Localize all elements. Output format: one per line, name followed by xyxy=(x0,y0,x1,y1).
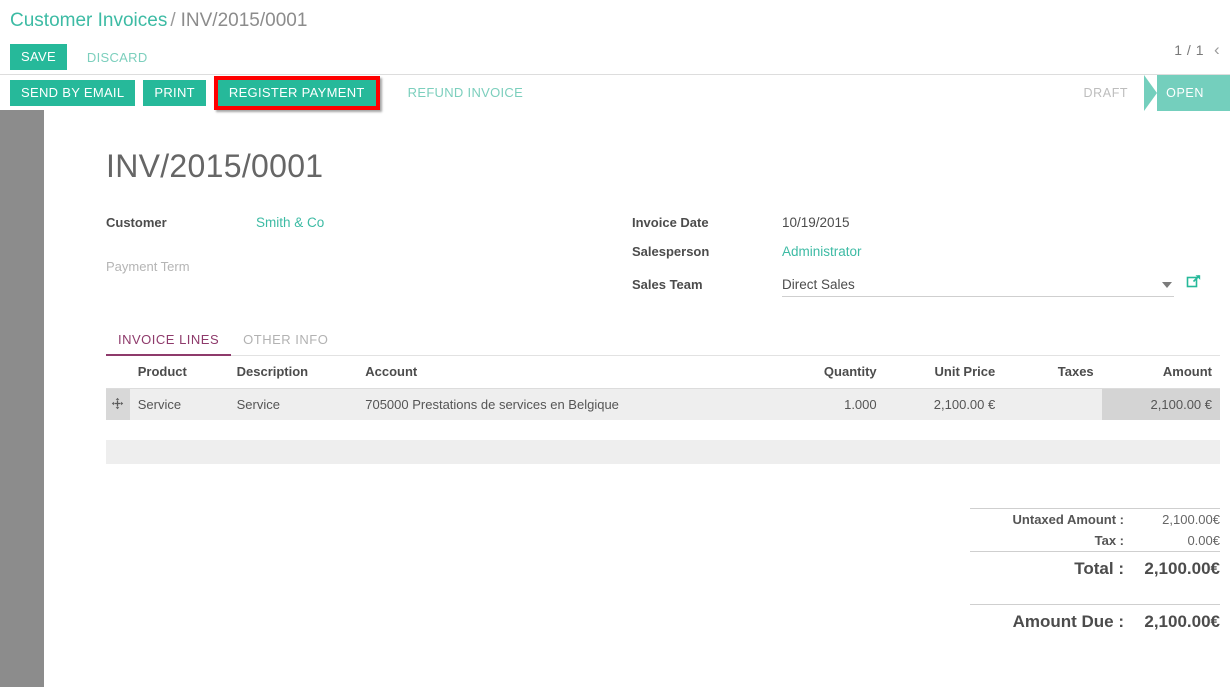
control-panel-buttons: SEND BY EMAIL PRINT REGISTER PAYMENT REF… xyxy=(10,76,529,110)
invoice-lines-table: Product Description Account Quantity Uni… xyxy=(106,356,1220,420)
field-customer: Customer Smith & Co xyxy=(106,215,632,235)
top-bar: Customer Invoices/ INV/2015/0001 SAVE DIS… xyxy=(0,0,1230,74)
total-row: Total : 2,100.00€ xyxy=(970,552,1220,588)
total-untaxed-label: Untaxed Amount : xyxy=(1013,512,1124,527)
refund-invoice-button[interactable]: REFUND INVOICE xyxy=(402,84,529,101)
total-tax-row: Tax : 0.00€ xyxy=(970,530,1220,551)
form-fields: Customer Smith & Co Payment Term Invoice… xyxy=(62,215,1202,306)
field-payment-term-label: Payment Term xyxy=(106,259,256,274)
chevron-left-icon[interactable]: ‹ xyxy=(1214,40,1226,60)
pager: 1 / 1 ‹ xyxy=(1174,40,1226,60)
column-description: Description xyxy=(229,356,358,389)
register-payment-highlight: REGISTER PAYMENT xyxy=(214,76,380,110)
column-handle xyxy=(106,356,130,389)
amount-due-value: 2,100.00€ xyxy=(1124,612,1220,632)
table-row[interactable]: Service Service 705000 Prestations de se… xyxy=(106,389,1220,421)
field-salesperson-value[interactable]: Administrator xyxy=(782,244,862,259)
add-line-row[interactable] xyxy=(106,440,1220,464)
status-badge-draft[interactable]: DRAFT xyxy=(1062,75,1145,111)
total-untaxed-row: Untaxed Amount : 2,100.00€ xyxy=(970,509,1220,530)
invoice-sheet: INV/2015/0001 Customer Smith & Co Paymen… xyxy=(44,110,1230,687)
cell-description[interactable]: Service xyxy=(229,389,358,421)
notebook-tabs: INVOICE LINES OTHER INFO xyxy=(106,324,1220,356)
total-label: Total : xyxy=(1074,559,1124,579)
save-button[interactable]: SAVE xyxy=(10,44,67,70)
field-payment-term: Payment Term xyxy=(106,259,632,279)
total-tax-value: 0.00€ xyxy=(1124,533,1220,548)
cell-unit-price[interactable]: 2,100.00 € xyxy=(885,389,1004,421)
field-invoice-date-label: Invoice Date xyxy=(632,215,782,230)
field-customer-value[interactable]: Smith & Co xyxy=(256,215,324,230)
cell-quantity[interactable]: 1.000 xyxy=(776,389,885,421)
column-account: Account xyxy=(357,356,776,389)
sales-team-select[interactable]: Direct Sales xyxy=(782,277,1174,297)
tab-other-info[interactable]: OTHER INFO xyxy=(231,324,340,355)
print-button[interactable]: PRINT xyxy=(143,80,206,106)
cell-product[interactable]: Service xyxy=(130,389,229,421)
column-quantity: Quantity xyxy=(776,356,885,389)
column-amount: Amount xyxy=(1102,356,1220,389)
breadcrumb-separator: / xyxy=(170,10,175,31)
page-title: INV/2015/0001 xyxy=(106,148,1202,185)
tab-invoice-lines[interactable]: INVOICE LINES xyxy=(106,324,231,356)
field-sales-team-label: Sales Team xyxy=(632,277,782,292)
column-unit-price: Unit Price xyxy=(885,356,1004,389)
breadcrumb-parent-link[interactable]: Customer Invoices xyxy=(10,10,167,31)
sales-team-selected-value: Direct Sales xyxy=(782,277,1162,292)
status-bar: DRAFT OPEN xyxy=(1062,75,1230,111)
amount-due-row: Amount Due : 2,100.00€ xyxy=(970,605,1220,641)
discard-button[interactable]: DISCARD xyxy=(81,49,154,66)
field-customer-label: Customer xyxy=(106,215,256,230)
chevron-down-icon[interactable] xyxy=(1162,282,1172,288)
field-salesperson: Salesperson Administrator xyxy=(632,244,1202,264)
column-taxes: Taxes xyxy=(1003,356,1101,389)
sheet-container: INV/2015/0001 Customer Smith & Co Paymen… xyxy=(0,110,1230,687)
column-product: Product xyxy=(130,356,229,389)
control-panel-bar: SEND BY EMAIL PRINT REGISTER PAYMENT REF… xyxy=(0,74,1230,110)
breadcrumb: Customer Invoices/ INV/2015/0001 xyxy=(10,6,1230,34)
status-badge-open[interactable]: OPEN xyxy=(1144,75,1230,111)
field-invoice-date: Invoice Date 10/19/2015 xyxy=(632,215,1202,235)
cell-account[interactable]: 705000 Prestations de services en Belgiq… xyxy=(357,389,776,421)
field-sales-team: Sales Team Direct Sales xyxy=(632,273,1202,297)
cell-amount[interactable]: 2,100.00 € xyxy=(1102,389,1220,421)
external-link-icon[interactable] xyxy=(1186,273,1202,289)
total-untaxed-value: 2,100.00€ xyxy=(1124,512,1220,527)
table-header-row: Product Description Account Quantity Uni… xyxy=(106,356,1220,389)
edit-actions-row: SAVE DISCARD xyxy=(10,44,1230,70)
amount-due-label: Amount Due : xyxy=(1013,612,1124,632)
field-salesperson-label: Salesperson xyxy=(632,244,782,259)
move-handle-icon[interactable] xyxy=(106,389,130,421)
field-invoice-date-value[interactable]: 10/19/2015 xyxy=(782,215,850,230)
totals-gap xyxy=(970,588,1220,604)
total-value: 2,100.00€ xyxy=(1124,559,1220,579)
breadcrumb-current: INV/2015/0001 xyxy=(181,10,308,31)
totals-block: Untaxed Amount : 2,100.00€ Tax : 0.00€ T… xyxy=(106,508,1220,641)
form-column-left: Customer Smith & Co Payment Term xyxy=(62,215,632,306)
form-column-right: Invoice Date 10/19/2015 Salesperson Admi… xyxy=(632,215,1202,306)
register-payment-button[interactable]: REGISTER PAYMENT xyxy=(218,80,376,106)
cell-taxes[interactable] xyxy=(1003,389,1101,421)
total-tax-label: Tax : xyxy=(1095,533,1124,548)
pager-count: 1 / 1 xyxy=(1174,42,1204,58)
send-by-email-button[interactable]: SEND BY EMAIL xyxy=(10,80,135,106)
